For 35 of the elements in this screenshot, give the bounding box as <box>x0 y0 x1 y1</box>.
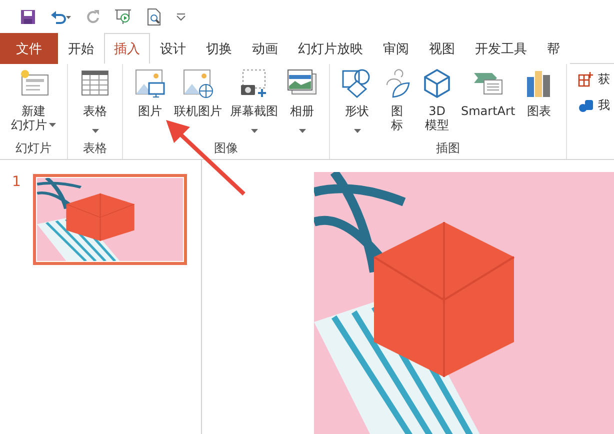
ribbon-button[interactable]: 相册 <box>284 67 320 136</box>
print-preview-icon[interactable] <box>146 8 162 26</box>
file-menu-tab[interactable]: 文件 <box>0 33 58 64</box>
ribbon-button[interactable]: 3D 模型 <box>419 67 455 132</box>
ribbon-button[interactable]: 图 标 <box>379 67 415 132</box>
slideshow-icon[interactable] <box>114 8 132 24</box>
ribbon-button[interactable]: 新建 幻灯片 <box>9 67 58 132</box>
blocks-icon <box>578 97 594 113</box>
ribbon-button[interactable]: 获 <box>576 67 612 91</box>
online-picture-icon <box>182 67 214 99</box>
picture-icon <box>134 67 166 99</box>
ribbon-button[interactable]: 联机图片 <box>172 67 224 118</box>
ribbon-button[interactable]: SmartArt <box>459 67 518 118</box>
group-label: 插图 <box>435 141 462 157</box>
ribbon-button[interactable]: 图表 <box>521 67 558 118</box>
grid-plus-icon <box>578 71 594 87</box>
caret-icon <box>298 129 306 133</box>
caret-icon <box>92 129 98 133</box>
ribbon-button[interactable]: 我 <box>576 93 612 117</box>
ribbon-button[interactable]: 形状 <box>339 67 375 136</box>
ribbon-button[interactable]: 图片 <box>132 67 168 118</box>
slide-number: 1 <box>12 174 21 190</box>
caret-icon <box>354 129 360 133</box>
group-label: 表格 <box>82 141 108 157</box>
caret-icon <box>49 123 56 127</box>
customize-caret-icon[interactable] <box>176 12 186 20</box>
ribbon-button[interactable]: 屏幕截图 <box>228 67 280 136</box>
caret-icon <box>250 129 258 133</box>
group-label: 幻灯片 <box>14 141 52 157</box>
ribbon-button[interactable]: 表格 <box>77 67 113 136</box>
ribbon-tab[interactable]: 插入 <box>104 33 150 64</box>
cube-icon <box>421 67 453 99</box>
group-label: 图像 <box>213 141 239 157</box>
undo-icon[interactable] <box>50 8 72 24</box>
save-icon[interactable] <box>20 8 36 24</box>
